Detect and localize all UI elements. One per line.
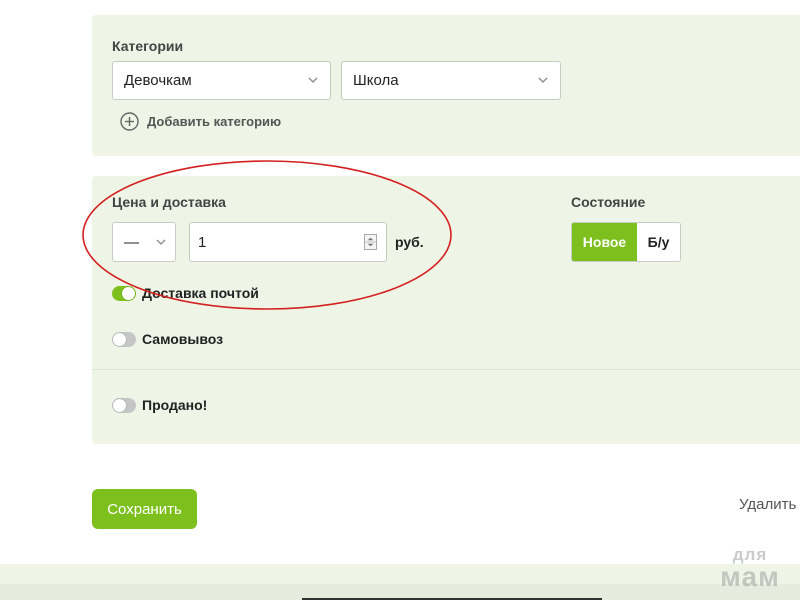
add-category-button[interactable]: Добавить категорию: [120, 112, 281, 131]
category-select-secondary-value: Школа: [353, 72, 399, 89]
sold-toggle[interactable]: [112, 397, 136, 413]
delete-link[interactable]: Удалить: [739, 496, 796, 513]
pickup-row: Самовывоз: [112, 331, 223, 347]
sold-row: Продано!: [112, 397, 207, 413]
condition-segmented-control: Новое Б/у: [571, 222, 681, 262]
price-delivery-label: Цена и доставка: [112, 194, 226, 210]
categories-label: Категории: [112, 38, 184, 54]
condition-used-button[interactable]: Б/у: [637, 223, 680, 261]
price-amount-value: 1: [198, 233, 207, 251]
sold-label: Продано!: [142, 397, 208, 413]
category-select-primary-value: Девочкам: [124, 72, 192, 89]
plus-circle-icon: [120, 112, 139, 131]
mail-delivery-row: Доставка почтой: [112, 285, 259, 301]
currency-label: руб.: [395, 234, 424, 250]
condition-new-button[interactable]: Новое: [572, 223, 637, 261]
pickup-label: Самовывоз: [142, 331, 224, 347]
site-watermark-logo: для мам: [712, 546, 788, 591]
number-spinner-icon[interactable]: [364, 234, 377, 250]
price-type-value: —: [124, 233, 139, 251]
chevron-down-icon: [308, 77, 318, 83]
price-delivery-panel: Цена и доставка — 1 руб. Состояние Новое…: [92, 176, 800, 444]
add-category-label: Добавить категорию: [147, 114, 282, 129]
mail-delivery-label: Доставка почтой: [142, 285, 259, 301]
condition-label: Состояние: [571, 194, 646, 210]
pickup-toggle[interactable]: [112, 331, 136, 347]
chevron-down-icon: [538, 77, 548, 83]
price-amount-input[interactable]: 1: [189, 222, 387, 262]
mail-delivery-toggle[interactable]: [112, 285, 136, 301]
categories-panel: Категории Девочкам Школа Добавить катего…: [92, 15, 800, 156]
chevron-down-icon: [156, 239, 166, 245]
price-type-select[interactable]: —: [112, 222, 176, 262]
category-select-primary[interactable]: Девочкам: [112, 61, 331, 100]
watermark-bottom-text: мам: [720, 561, 780, 592]
save-button[interactable]: Сохранить: [92, 489, 197, 529]
category-select-secondary[interactable]: Школа: [341, 61, 561, 100]
section-divider: [92, 369, 800, 370]
